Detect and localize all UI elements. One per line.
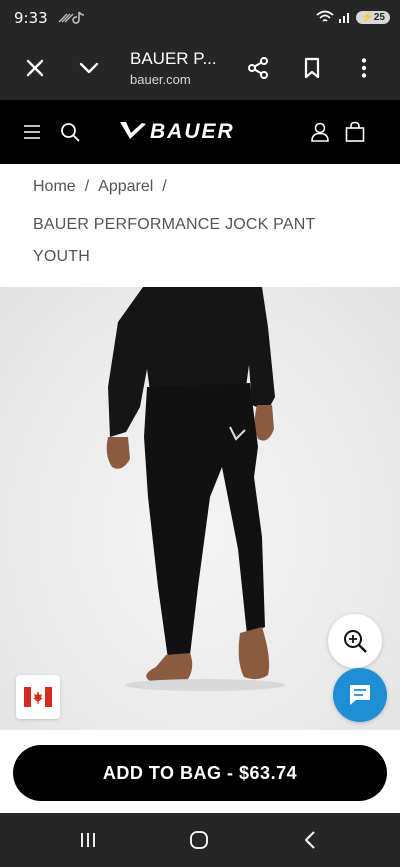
add-to-bag-bar: ADD TO BAG - $63.74: [0, 730, 400, 813]
shopping-bag-icon[interactable]: [344, 121, 366, 143]
menu-icon[interactable]: [21, 121, 43, 143]
product-title: BAUER PERFORMANCE JOCK PANT YOUTH: [33, 216, 316, 265]
browser-toolbar: BAUER P... bauer.com: [0, 36, 400, 100]
status-time: 9:33: [14, 9, 48, 27]
account-icon[interactable]: [309, 121, 331, 143]
site-header: BAUER: [0, 100, 400, 164]
breadcrumb-separator: /: [162, 178, 167, 195]
canada-flag-icon: [24, 687, 52, 707]
bauer-logo[interactable]: BAUER: [118, 119, 278, 145]
bauer-logo-mark-icon: [120, 122, 146, 139]
breadcrumb-separator: /: [84, 178, 90, 195]
add-to-bag-button[interactable]: ADD TO BAG - $63.74: [13, 745, 387, 801]
brand-name: BAUER: [150, 120, 235, 143]
page-url: bauer.com: [130, 72, 191, 87]
signal-icon: [339, 13, 350, 23]
battery-indicator: ⚡25: [356, 10, 390, 24]
back-icon[interactable]: [300, 829, 322, 851]
chat-button[interactable]: [333, 668, 387, 722]
status-right: ⚡25: [316, 10, 390, 24]
more-vert-icon[interactable]: [352, 56, 376, 80]
search-icon[interactable]: [59, 121, 81, 143]
share-icon[interactable]: [246, 56, 270, 80]
notification-icons: [58, 10, 88, 29]
zoom-in-icon: [344, 630, 367, 653]
chat-icon: [350, 685, 370, 705]
wifi-icon: [316, 10, 334, 22]
breadcrumb: Home / Apparel /: [33, 178, 176, 196]
bookmark-icon[interactable]: [300, 56, 324, 80]
home-icon[interactable]: [188, 829, 210, 851]
breadcrumb-apparel[interactable]: Apparel: [98, 178, 153, 196]
breadcrumb-home[interactable]: Home: [33, 178, 76, 196]
close-icon[interactable]: [23, 56, 47, 80]
status-bar: 9:33 ⚡25: [0, 0, 400, 36]
notification-icon: [58, 11, 85, 24]
system-nav-bar: [0, 813, 400, 867]
chevron-down-icon[interactable]: [77, 56, 101, 80]
battery-level: 25: [373, 11, 385, 23]
recents-icon[interactable]: [77, 829, 99, 851]
zoom-button[interactable]: [328, 614, 382, 668]
page-title: BAUER P...: [130, 49, 217, 68]
country-selector[interactable]: [16, 675, 60, 719]
